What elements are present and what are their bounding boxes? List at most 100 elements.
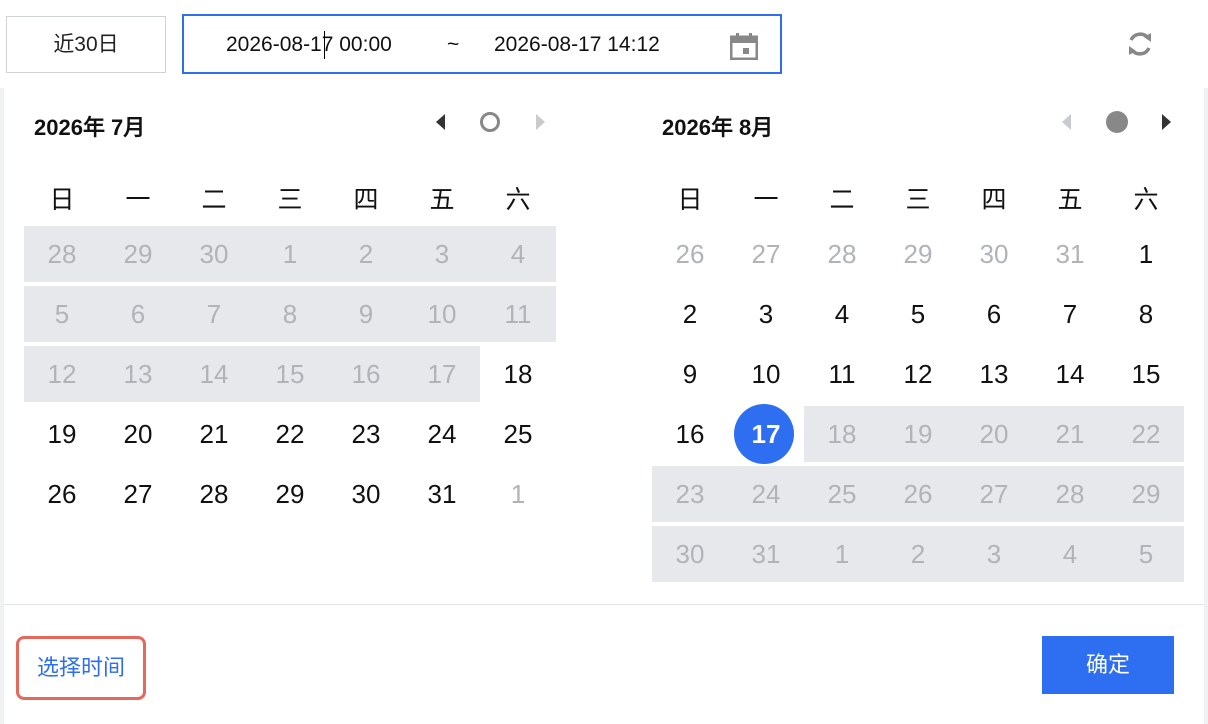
- day-cell[interactable]: 25: [480, 406, 556, 462]
- day-cell[interactable]: 1: [804, 526, 880, 582]
- day-cell[interactable]: 7: [1032, 286, 1108, 342]
- day-cell[interactable]: 29: [880, 226, 956, 282]
- day-cell[interactable]: 8: [252, 286, 328, 342]
- day-cell[interactable]: 5: [24, 286, 100, 342]
- end-datetime-field[interactable]: 2026-08-17 14:12: [494, 16, 660, 74]
- confirm-button[interactable]: 确定: [1042, 636, 1174, 694]
- day-cell[interactable]: 15: [252, 346, 328, 402]
- day-cell[interactable]: 14: [176, 346, 252, 402]
- day-cell[interactable]: 6: [100, 286, 176, 342]
- day-cell[interactable]: 16: [652, 406, 728, 462]
- day-cell[interactable]: 11: [480, 286, 556, 342]
- day-cell[interactable]: 30: [176, 226, 252, 282]
- start-datetime-field[interactable]: 2026-08-17 00:00: [226, 16, 392, 74]
- day-cell[interactable]: 13: [100, 346, 176, 402]
- day-cell[interactable]: 9: [652, 346, 728, 402]
- day-cell[interactable]: 3: [956, 526, 1032, 582]
- day-cell[interactable]: 28: [804, 226, 880, 282]
- day-cell[interactable]: 12: [24, 346, 100, 402]
- day-cell[interactable]: 20: [956, 406, 1032, 462]
- day-cell[interactable]: 30: [652, 526, 728, 582]
- weekday-label: 五: [429, 186, 455, 214]
- calendar-title: 2026年 7月: [34, 115, 146, 140]
- footer-divider: [4, 604, 1204, 605]
- day-cell[interactable]: 29: [100, 226, 176, 282]
- day-cell[interactable]: 27: [100, 466, 176, 522]
- day-cell[interactable]: 18: [804, 406, 880, 462]
- day-cell[interactable]: 30: [956, 226, 1032, 282]
- prev-month-icon[interactable]: [436, 114, 445, 130]
- day-cell[interactable]: 17: [404, 346, 480, 402]
- day-cell[interactable]: 21: [1032, 406, 1108, 462]
- day-cell[interactable]: 31: [1032, 226, 1108, 282]
- day-cell[interactable]: 22: [1108, 406, 1184, 462]
- day-cell[interactable]: 10: [404, 286, 480, 342]
- day-cell[interactable]: 5: [1108, 526, 1184, 582]
- day-cell[interactable]: 3: [728, 286, 804, 342]
- weekday-label: 四: [981, 186, 1007, 214]
- day-cell[interactable]: 20: [100, 406, 176, 462]
- next-month-icon[interactable]: [536, 114, 545, 130]
- day-cell[interactable]: 28: [24, 226, 100, 282]
- prev-month-icon[interactable]: [1062, 114, 1071, 130]
- day-cell[interactable]: 1: [252, 226, 328, 282]
- day-cell[interactable]: 3: [404, 226, 480, 282]
- day-cell[interactable]: 14: [1032, 346, 1108, 402]
- day-cell[interactable]: 25: [804, 466, 880, 522]
- day-cell[interactable]: 24: [728, 466, 804, 522]
- current-month-dot-icon[interactable]: [1106, 111, 1128, 133]
- day-cell[interactable]: 9: [328, 286, 404, 342]
- day-cell[interactable]: 11: [804, 346, 880, 402]
- day-cell[interactable]: 4: [480, 226, 556, 282]
- next-month-icon[interactable]: [1162, 114, 1171, 130]
- weekday-label: 三: [277, 186, 303, 214]
- day-cell[interactable]: 10: [728, 346, 804, 402]
- day-cell[interactable]: 18: [480, 346, 556, 402]
- day-cell[interactable]: 23: [652, 466, 728, 522]
- day-cell[interactable]: 26: [652, 226, 728, 282]
- date-range-input[interactable]: 2026-08-17 00:00 ~ 2026-08-17 14:12: [182, 14, 782, 74]
- day-cell[interactable]: 12: [880, 346, 956, 402]
- date-picker-panel: 2026年 7月 日 一 二 三 四 五 六 28 29 30 1 2 3 4 5 6 7 8 9 10…: [4, 88, 1204, 724]
- weekday-label: 日: [677, 186, 703, 214]
- day-cell[interactable]: 19: [880, 406, 956, 462]
- day-cell[interactable]: 2: [880, 526, 956, 582]
- day-cell[interactable]: 30: [328, 466, 404, 522]
- day-cell[interactable]: 1: [1108, 226, 1184, 282]
- day-cell[interactable]: 16: [328, 346, 404, 402]
- day-cell[interactable]: 15: [1108, 346, 1184, 402]
- day-cell[interactable]: 1: [480, 466, 556, 522]
- range-preset-button[interactable]: 近30日: [6, 16, 166, 73]
- day-cell[interactable]: 31: [404, 466, 480, 522]
- refresh-icon[interactable]: [1124, 28, 1156, 60]
- calendar-icon[interactable]: [730, 32, 758, 60]
- day-cell[interactable]: 6: [956, 286, 1032, 342]
- day-cell[interactable]: 27: [956, 466, 1032, 522]
- day-cell[interactable]: 23: [328, 406, 404, 462]
- day-cell[interactable]: 22: [252, 406, 328, 462]
- day-cell[interactable]: 4: [804, 286, 880, 342]
- day-cell[interactable]: 26: [880, 466, 956, 522]
- day-cell[interactable]: 29: [1108, 466, 1184, 522]
- text-cursor: [324, 31, 325, 59]
- day-cell[interactable]: 31: [728, 526, 804, 582]
- day-cell[interactable]: 2: [328, 226, 404, 282]
- day-cell[interactable]: 29: [252, 466, 328, 522]
- current-month-dot-icon[interactable]: [480, 112, 500, 132]
- day-cell[interactable]: 24: [404, 406, 480, 462]
- day-cell[interactable]: 28: [1032, 466, 1108, 522]
- day-cell[interactable]: 8: [1108, 286, 1184, 342]
- day-cell[interactable]: 19: [24, 406, 100, 462]
- day-cell[interactable]: 7: [176, 286, 252, 342]
- day-cell[interactable]: 21: [176, 406, 252, 462]
- day-cell[interactable]: 27: [728, 226, 804, 282]
- day-cell[interactable]: 4: [1032, 526, 1108, 582]
- weekday-label: 五: [1057, 186, 1083, 214]
- day-cell[interactable]: 5: [880, 286, 956, 342]
- selected-day-cell[interactable]: 17: [728, 406, 804, 462]
- pick-time-link[interactable]: 选择时间: [16, 636, 146, 700]
- day-cell[interactable]: 26: [24, 466, 100, 522]
- day-cell[interactable]: 2: [652, 286, 728, 342]
- day-cell[interactable]: 28: [176, 466, 252, 522]
- day-cell[interactable]: 13: [956, 346, 1032, 402]
